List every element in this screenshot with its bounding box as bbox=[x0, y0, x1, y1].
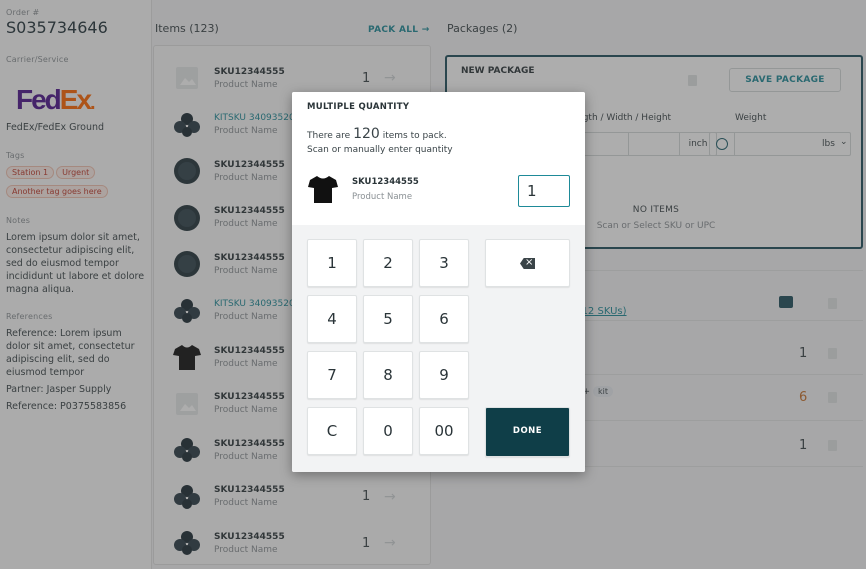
key-00[interactable]: 00 bbox=[419, 407, 469, 455]
key-5[interactable]: 5 bbox=[363, 295, 413, 343]
key-3[interactable]: 3 bbox=[419, 239, 469, 287]
tshirt-icon bbox=[308, 176, 338, 203]
modal-header: MULTIPLE QUANTITY There are 120 items to… bbox=[292, 92, 585, 225]
pack-screen: Order # S035734646 Carrier/Service FedEx… bbox=[0, 0, 866, 569]
multiple-quantity-modal: MULTIPLE QUANTITY There are 120 items to… bbox=[292, 92, 585, 472]
done-button[interactable]: DONE bbox=[485, 407, 570, 457]
modal-description: There are 120 items to pack. Scan or manu… bbox=[307, 127, 497, 157]
item-count: 120 bbox=[353, 126, 380, 142]
desc-post: items to pack. bbox=[382, 131, 447, 141]
key-4[interactable]: 4 bbox=[307, 295, 357, 343]
numeric-keypad: 1 2 3 4 5 6 7 8 9 C 0 00 DONE bbox=[292, 225, 585, 472]
key-1[interactable]: 1 bbox=[307, 239, 357, 287]
key-9[interactable]: 9 bbox=[419, 351, 469, 399]
modal-product: SKU12344555 Product Name bbox=[306, 172, 419, 206]
key-clear[interactable]: C bbox=[307, 407, 357, 455]
modal-product-name: Product Name bbox=[352, 191, 413, 202]
desc-line2: Scan or manually enter quantity bbox=[307, 145, 453, 155]
desc-pre: There are bbox=[307, 131, 351, 141]
key-2[interactable]: 2 bbox=[363, 239, 413, 287]
modal-sku: SKU12344555 bbox=[352, 176, 419, 187]
key-0[interactable]: 0 bbox=[363, 407, 413, 455]
key-8[interactable]: 8 bbox=[363, 351, 413, 399]
backspace-icon bbox=[520, 258, 535, 269]
modal-title: MULTIPLE QUANTITY bbox=[307, 102, 410, 112]
key-6[interactable]: 6 bbox=[419, 295, 469, 343]
key-7[interactable]: 7 bbox=[307, 351, 357, 399]
quantity-input[interactable]: 1 bbox=[518, 175, 570, 207]
backspace-button[interactable] bbox=[485, 239, 570, 287]
